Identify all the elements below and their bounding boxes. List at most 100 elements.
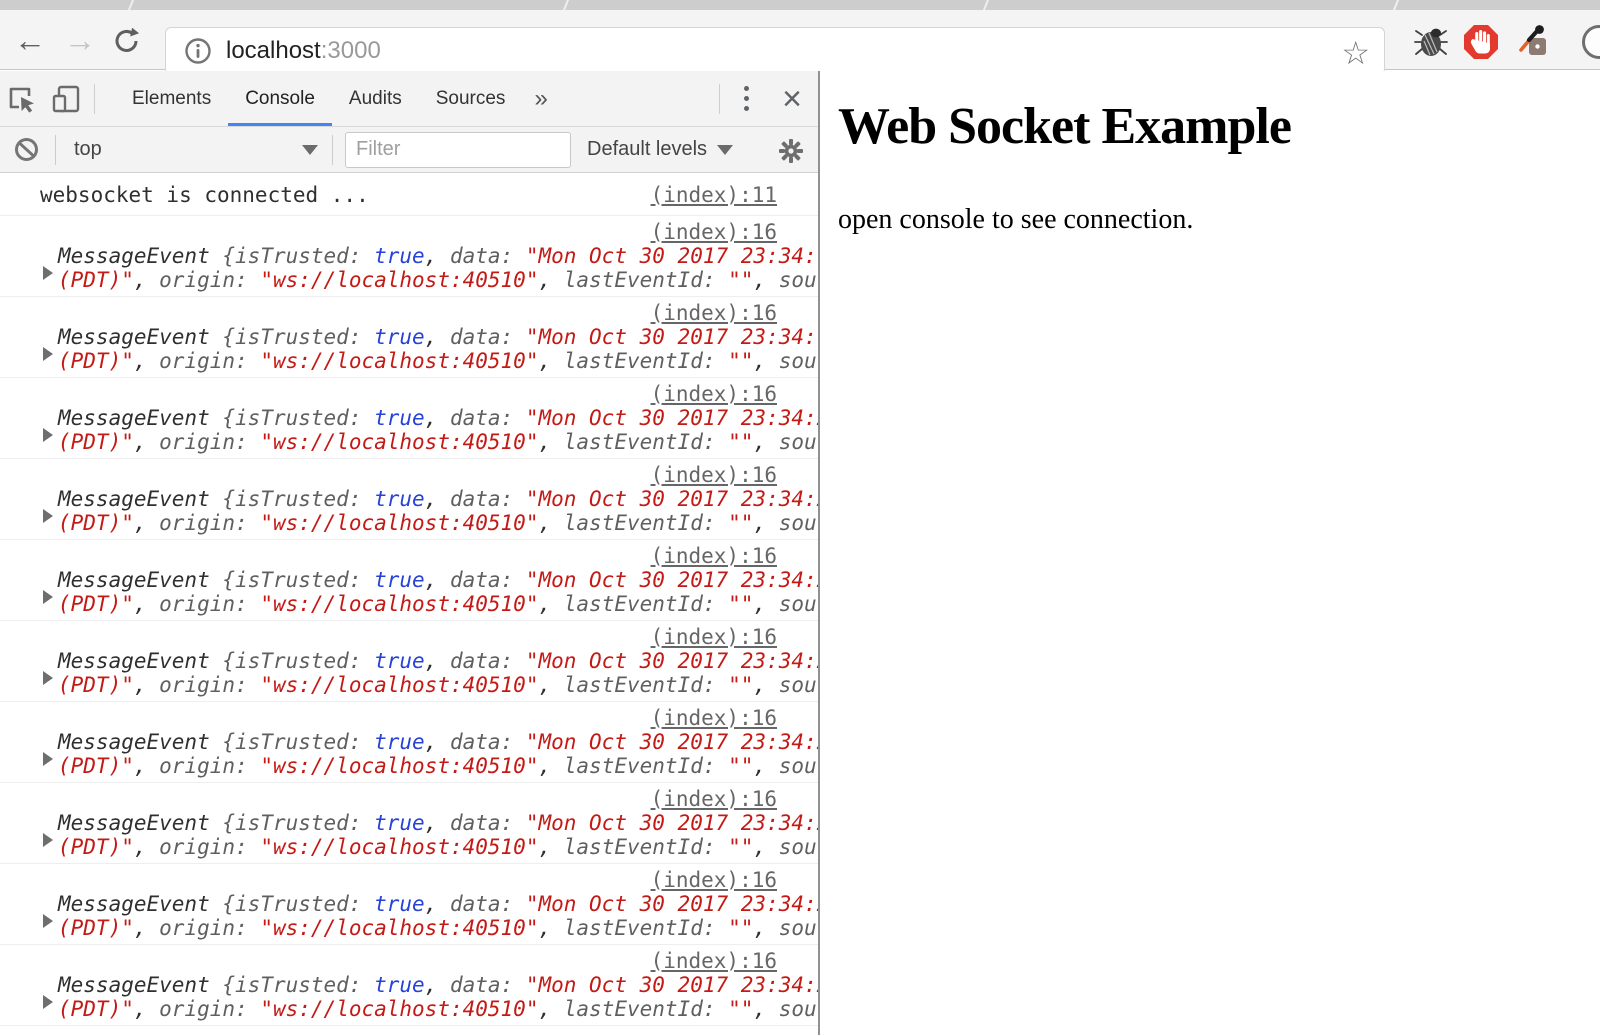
object-preview-line1: MessageEvent {isTrusted: true, data: "Mo… [0,406,818,430]
clear-console-button[interactable] [14,137,39,162]
levels-label: Default levels [587,138,707,161]
expand-triangle-icon[interactable] [43,995,53,1009]
source-link[interactable]: (index):16 [651,301,777,325]
forward-button[interactable]: → [62,23,98,59]
devtools-tabbar: Elements Console Audits Sources » × [0,71,818,127]
object-preview-line1: MessageEvent {isTrusted: true, data: "Mo… [0,892,818,916]
bookmark-star-icon[interactable]: ☆ [1341,34,1370,72]
page-content: Web Socket Example open console to see c… [820,71,1600,1035]
execution-context-selector[interactable]: top [74,138,332,161]
device-toolbar-button[interactable] [44,79,88,119]
context-label: top [74,138,102,161]
devtools-close-button[interactable]: × [766,79,818,119]
object-preview-line2: (PDT)", origin: "ws://localhost:40510", … [0,673,818,697]
site-info-icon[interactable] [184,37,212,65]
toolbar-divider [55,135,56,165]
toolbar-divider [332,135,333,165]
browser-toolbar: ← → localhost:3000 ☆ [0,10,1600,70]
url-text[interactable]: localhost:3000 [226,37,381,65]
source-link[interactable]: (index):16 [651,706,777,730]
devtools-tabs: Elements Console Audits Sources » [115,71,560,126]
reload-button[interactable] [112,26,148,62]
clear-console-icon [14,137,39,162]
source-link[interactable]: (index):16 [651,949,777,973]
inspect-cursor-icon [7,84,37,114]
toolbar-divider [94,84,95,114]
expand-triangle-icon[interactable] [43,671,53,685]
chevron-down-icon [302,145,318,155]
object-preview-line2: (PDT)", origin: "ws://localhost:40510", … [0,916,818,940]
source-link[interactable]: (index):11 [651,183,777,207]
gear-icon [778,138,804,164]
tab-sources[interactable]: Sources [419,71,523,126]
log-levels-dropdown[interactable]: Default levels [587,138,733,161]
devtools-menu-button[interactable] [726,79,766,119]
object-preview-line2: (PDT)", origin: "ws://localhost:40510", … [0,430,818,454]
object-preview-line2: (PDT)", origin: "ws://localhost:40510", … [0,997,818,1021]
tab-console[interactable]: Console [228,71,332,126]
console-message-event: (index):16 MessageEvent {isTrusted: true… [0,216,818,297]
console-filter-input[interactable] [345,132,571,168]
object-preview-line1: MessageEvent {isTrusted: true, data: "Mo… [0,973,818,997]
expand-triangle-icon[interactable] [43,914,53,928]
address-bar[interactable]: localhost:3000 ☆ [165,27,1385,75]
back-button[interactable]: ← [12,23,48,59]
console-message-event: (index):16 MessageEvent {isTrusted: true… [0,621,818,702]
console-message-event: (index):16 MessageEvent {isTrusted: true… [0,459,818,540]
clipped-extension-icon[interactable] [1582,25,1600,59]
console-message: websocket is connected ... (index):11 [0,175,818,216]
adblock-extension-icon[interactable] [1462,23,1500,61]
tab-elements[interactable]: Elements [115,71,228,126]
reload-icon [112,26,142,56]
console-messages[interactable]: websocket is connected ... (index):11 (i… [0,175,818,1035]
source-link[interactable]: (index):16 [651,868,777,892]
expand-triangle-icon[interactable] [43,509,53,523]
source-link[interactable]: (index):16 [651,463,777,487]
source-link[interactable]: (index):16 [651,220,777,244]
more-tabs-chevron[interactable]: » [522,71,559,126]
object-preview-line1: MessageEvent {isTrusted: true, data: "Mo… [0,244,818,268]
tab-separator [982,0,990,10]
object-preview-line2: (PDT)", origin: "ws://localhost:40510", … [0,754,818,778]
chevron-down-icon [717,145,733,155]
console-message-event: (index):16 MessageEvent {isTrusted: true… [0,378,818,459]
tab-separator [1392,0,1400,10]
bug-extension-icon[interactable] [1412,23,1450,61]
page-title: Web Socket Example [838,97,1600,156]
object-preview-line1: MessageEvent {isTrusted: true, data: "Mo… [0,811,818,835]
object-preview-line2: (PDT)", origin: "ws://localhost:40510", … [0,349,818,373]
expand-triangle-icon[interactable] [43,590,53,604]
source-link[interactable]: (index):16 [651,787,777,811]
expand-triangle-icon[interactable] [43,833,53,847]
browser-tab-strip[interactable] [0,0,1600,10]
inspect-element-button[interactable] [0,79,44,119]
source-link[interactable]: (index):16 [651,382,777,406]
tab-separator [562,0,570,10]
expand-triangle-icon[interactable] [43,752,53,766]
page-body-text: open console to see connection. [838,204,1600,236]
expand-triangle-icon[interactable] [43,347,53,361]
object-preview-line2: (PDT)", origin: "ws://localhost:40510", … [0,268,818,292]
object-preview-line1: MessageEvent {isTrusted: true, data: "Mo… [0,325,818,349]
console-log-text: websocket is connected ... [40,183,369,207]
object-preview-line1: MessageEvent {isTrusted: true, data: "Mo… [0,487,818,511]
object-preview-line2: (PDT)", origin: "ws://localhost:40510", … [0,511,818,535]
object-preview-line2: (PDT)", origin: "ws://localhost:40510", … [0,835,818,859]
source-link[interactable]: (index):16 [651,544,777,568]
browser-window: ← → localhost:3000 ☆ [0,0,1600,1035]
console-message-event: (index):16 MessageEvent {isTrusted: true… [0,540,818,621]
toolbar-divider [719,84,720,114]
console-settings-button[interactable] [778,138,804,164]
source-link[interactable]: (index):16 [651,625,777,649]
object-preview-line2: (PDT)", origin: "ws://localhost:40510", … [0,592,818,616]
devtools-panel: Elements Console Audits Sources » × [0,71,820,1035]
tab-separator [127,0,135,10]
expand-triangle-icon[interactable] [43,266,53,280]
device-toolbar-icon [50,84,82,114]
console-message-event: (index):16 MessageEvent {isTrusted: true… [0,297,818,378]
colorpicker-extension-icon[interactable] [1514,23,1552,61]
url-host: localhost [226,37,321,64]
tab-audits[interactable]: Audits [332,71,419,126]
console-message-event: (index):16 MessageEvent {isTrusted: true… [0,702,818,783]
expand-triangle-icon[interactable] [43,428,53,442]
